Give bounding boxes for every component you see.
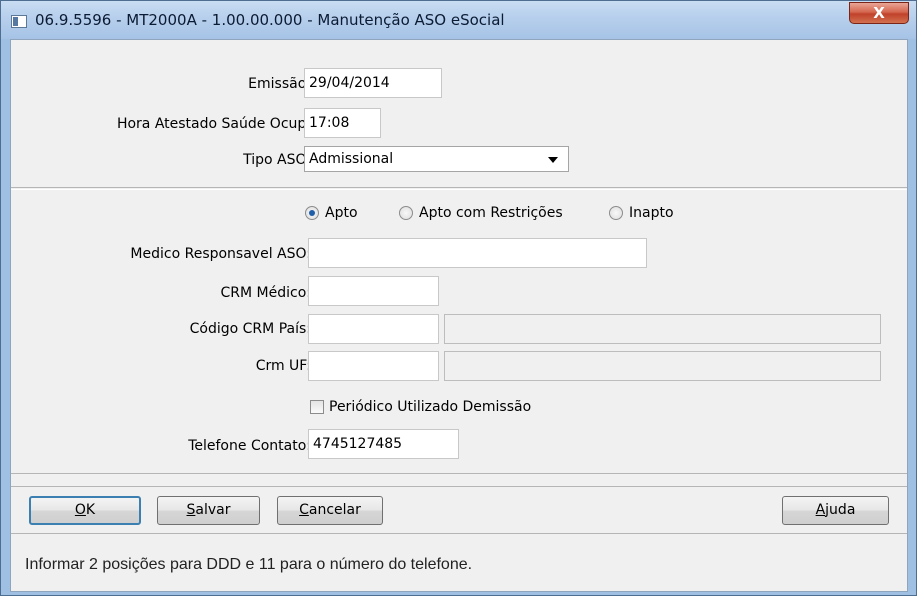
radio-apto-label: Apto bbox=[325, 205, 358, 221]
window: 06.9.5596 - MT2000A - 1.00.00.000 - Manu… bbox=[0, 0, 917, 596]
dialog-body: Emissão: 29/04/2014 Hora Atestado Saúde … bbox=[10, 39, 908, 592]
ok-accel: O bbox=[74, 502, 86, 518]
tipo-aso-label: Tipo ASO: bbox=[243, 152, 311, 168]
crm-uf-field[interactable] bbox=[308, 351, 439, 381]
radio-apto-com-restricoes-label: Apto com Restrições bbox=[419, 205, 563, 221]
crm-uf-description bbox=[444, 351, 881, 381]
status-bar: Informar 2 posições para DDD e 11 para o… bbox=[11, 535, 907, 591]
emissao-field[interactable]: 29/04/2014 bbox=[304, 68, 442, 98]
button-bar: OK Salvar Cancelar Ajuda bbox=[11, 486, 907, 534]
radio-inapto-label: Inapto bbox=[629, 205, 674, 221]
app-icon bbox=[11, 15, 27, 28]
window-title: 06.9.5596 - MT2000A - 1.00.00.000 - Manu… bbox=[35, 11, 505, 29]
salvar-label: alvar bbox=[195, 502, 231, 518]
cancelar-button[interactable]: Cancelar bbox=[277, 496, 383, 525]
cancelar-accel: C bbox=[299, 502, 309, 518]
radio-apto-com-restricoes[interactable]: Apto com Restrições bbox=[399, 205, 563, 221]
radio-unselected-icon bbox=[609, 206, 623, 220]
medico-field[interactable] bbox=[308, 238, 647, 268]
header-panel: Emissão: 29/04/2014 Hora Atestado Saúde … bbox=[11, 40, 907, 188]
chevron-down-icon bbox=[548, 157, 558, 163]
codigo-crm-pais-description bbox=[444, 314, 881, 344]
periodico-label: Periódico Utilizado Demissão bbox=[329, 399, 532, 415]
tipo-aso-value: Admissional bbox=[309, 151, 394, 167]
ok-label: K bbox=[85, 502, 96, 518]
cancelar-label: ancelar bbox=[308, 502, 361, 518]
details-panel: Apto Apto com Restrições Inapto Medico R… bbox=[11, 189, 907, 474]
status-message: Informar 2 posições para DDD e 11 para o… bbox=[25, 556, 473, 573]
periodico-checkbox[interactable]: Periódico Utilizado Demissão bbox=[310, 399, 531, 415]
ajuda-accel: A bbox=[815, 502, 826, 518]
emissao-label: Emissão: bbox=[248, 76, 311, 92]
codigo-crm-pais-field[interactable] bbox=[308, 314, 439, 344]
ok-button[interactable]: OK bbox=[29, 496, 141, 525]
crm-medico-label: CRM Médico: bbox=[220, 285, 311, 301]
ajuda-button[interactable]: Ajuda bbox=[782, 496, 889, 525]
title-bar: 06.9.5596 - MT2000A - 1.00.00.000 - Manu… bbox=[1, 1, 916, 39]
tipo-aso-select[interactable]: Admissional bbox=[304, 146, 569, 172]
codigo-crm-pais-label: Código CRM País: bbox=[189, 321, 311, 337]
telefone-field[interactable]: 4745127485 bbox=[308, 429, 459, 459]
checkbox-unchecked-icon bbox=[310, 400, 324, 414]
hora-label: Hora Atestado Saúde Ocup: bbox=[116, 116, 311, 132]
telefone-label: Telefone Contato: bbox=[188, 438, 311, 454]
radio-inapto[interactable]: Inapto bbox=[609, 205, 674, 221]
radio-unselected-icon bbox=[399, 206, 413, 220]
crm-medico-field[interactable] bbox=[308, 276, 439, 306]
medico-label: Medico Responsavel ASO: bbox=[130, 246, 311, 262]
ajuda-label: juda bbox=[825, 502, 856, 518]
hora-field[interactable]: 17:08 bbox=[304, 108, 381, 138]
crm-uf-label: Crm UF: bbox=[255, 358, 311, 374]
close-button[interactable]: X bbox=[849, 2, 909, 24]
radio-apto[interactable]: Apto bbox=[305, 205, 358, 221]
radio-selected-icon bbox=[305, 206, 319, 220]
salvar-button[interactable]: Salvar bbox=[157, 496, 260, 525]
